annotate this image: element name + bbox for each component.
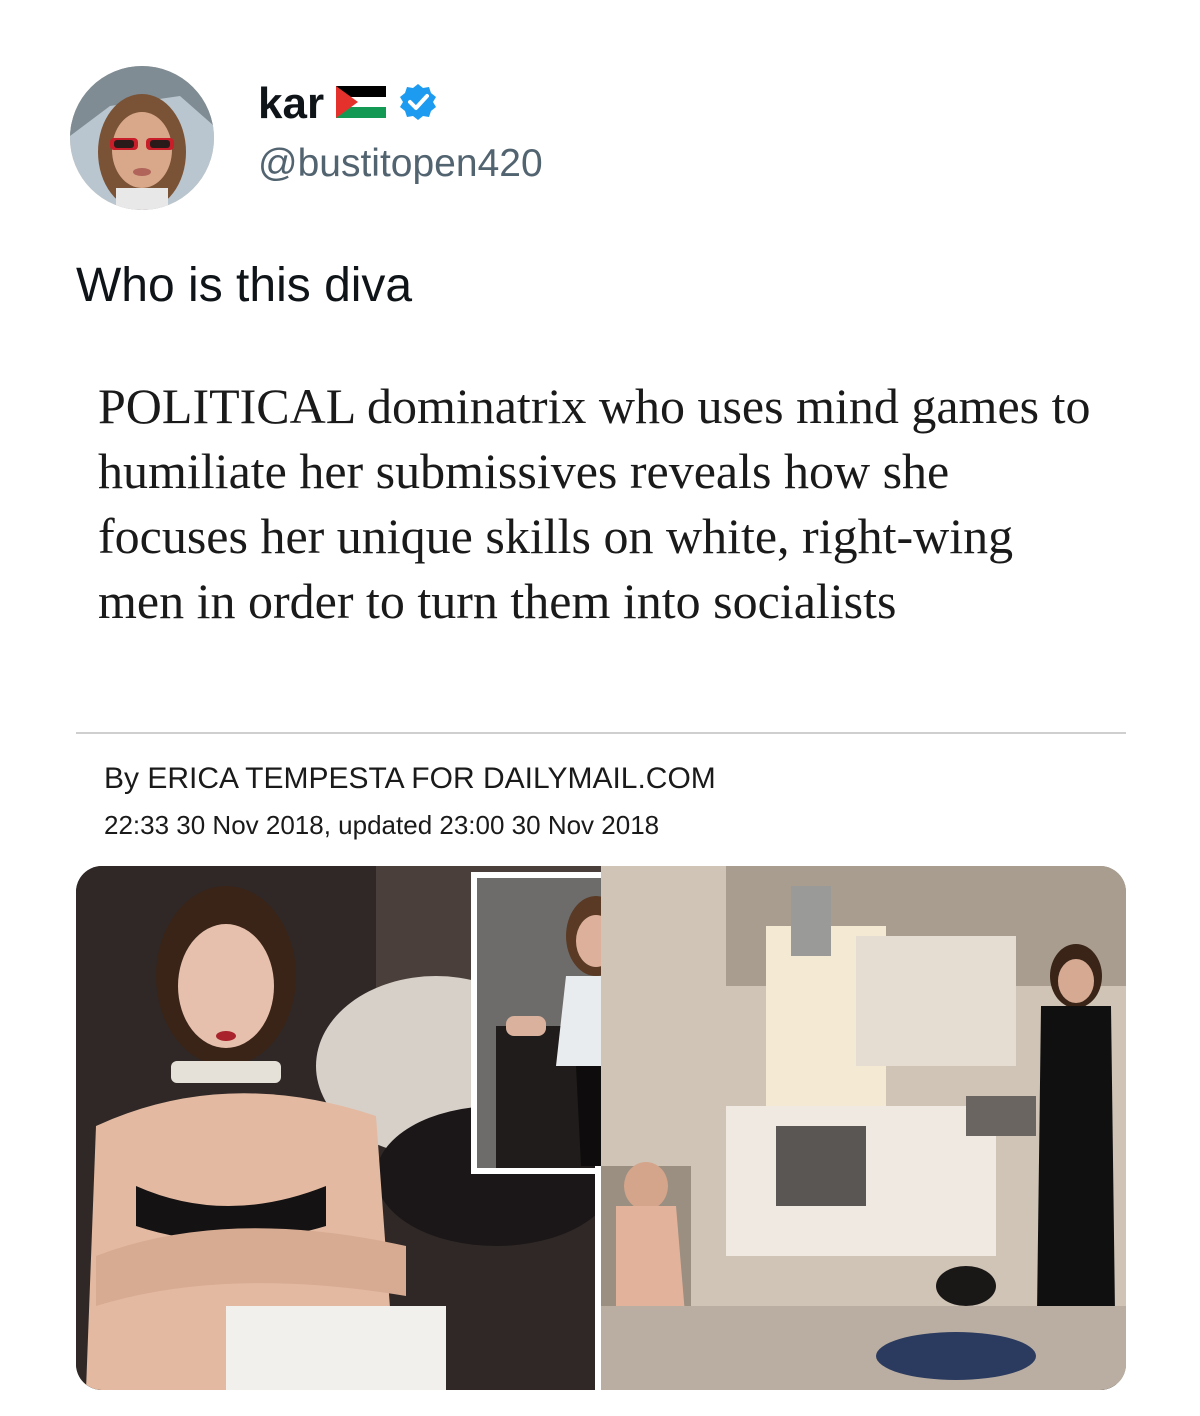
tweet-text: Who is this diva: [76, 259, 413, 312]
author-avatar[interactable]: [70, 66, 214, 210]
photo-right: [595, 866, 1126, 1390]
article-headline: POLITICAL dominatrix who uses mind games…: [98, 378, 1091, 629]
author-handle[interactable]: @bustitopen420: [258, 142, 543, 186]
tweet-media-image[interactable]: POLITICAL dominatrix who uses mind games…: [76, 360, 1126, 1390]
author-name-row: kar: [258, 76, 438, 132]
article-timestamp: 22:33 30 Nov 2018, updated 23:00 30 Nov …: [104, 810, 660, 840]
palestine-flag-icon: [336, 85, 387, 123]
verified-badge-icon: [398, 82, 438, 127]
article-divider: [76, 732, 1126, 734]
author-display-name[interactable]: kar: [258, 79, 324, 129]
article-byline: By ERICA TEMPESTA FOR DAILYMAIL.COM: [104, 762, 716, 795]
tweet-card: kar @bustitopen420 Who is this diva POLI…: [0, 0, 1200, 1416]
article-photo-collage: [76, 866, 1126, 1390]
